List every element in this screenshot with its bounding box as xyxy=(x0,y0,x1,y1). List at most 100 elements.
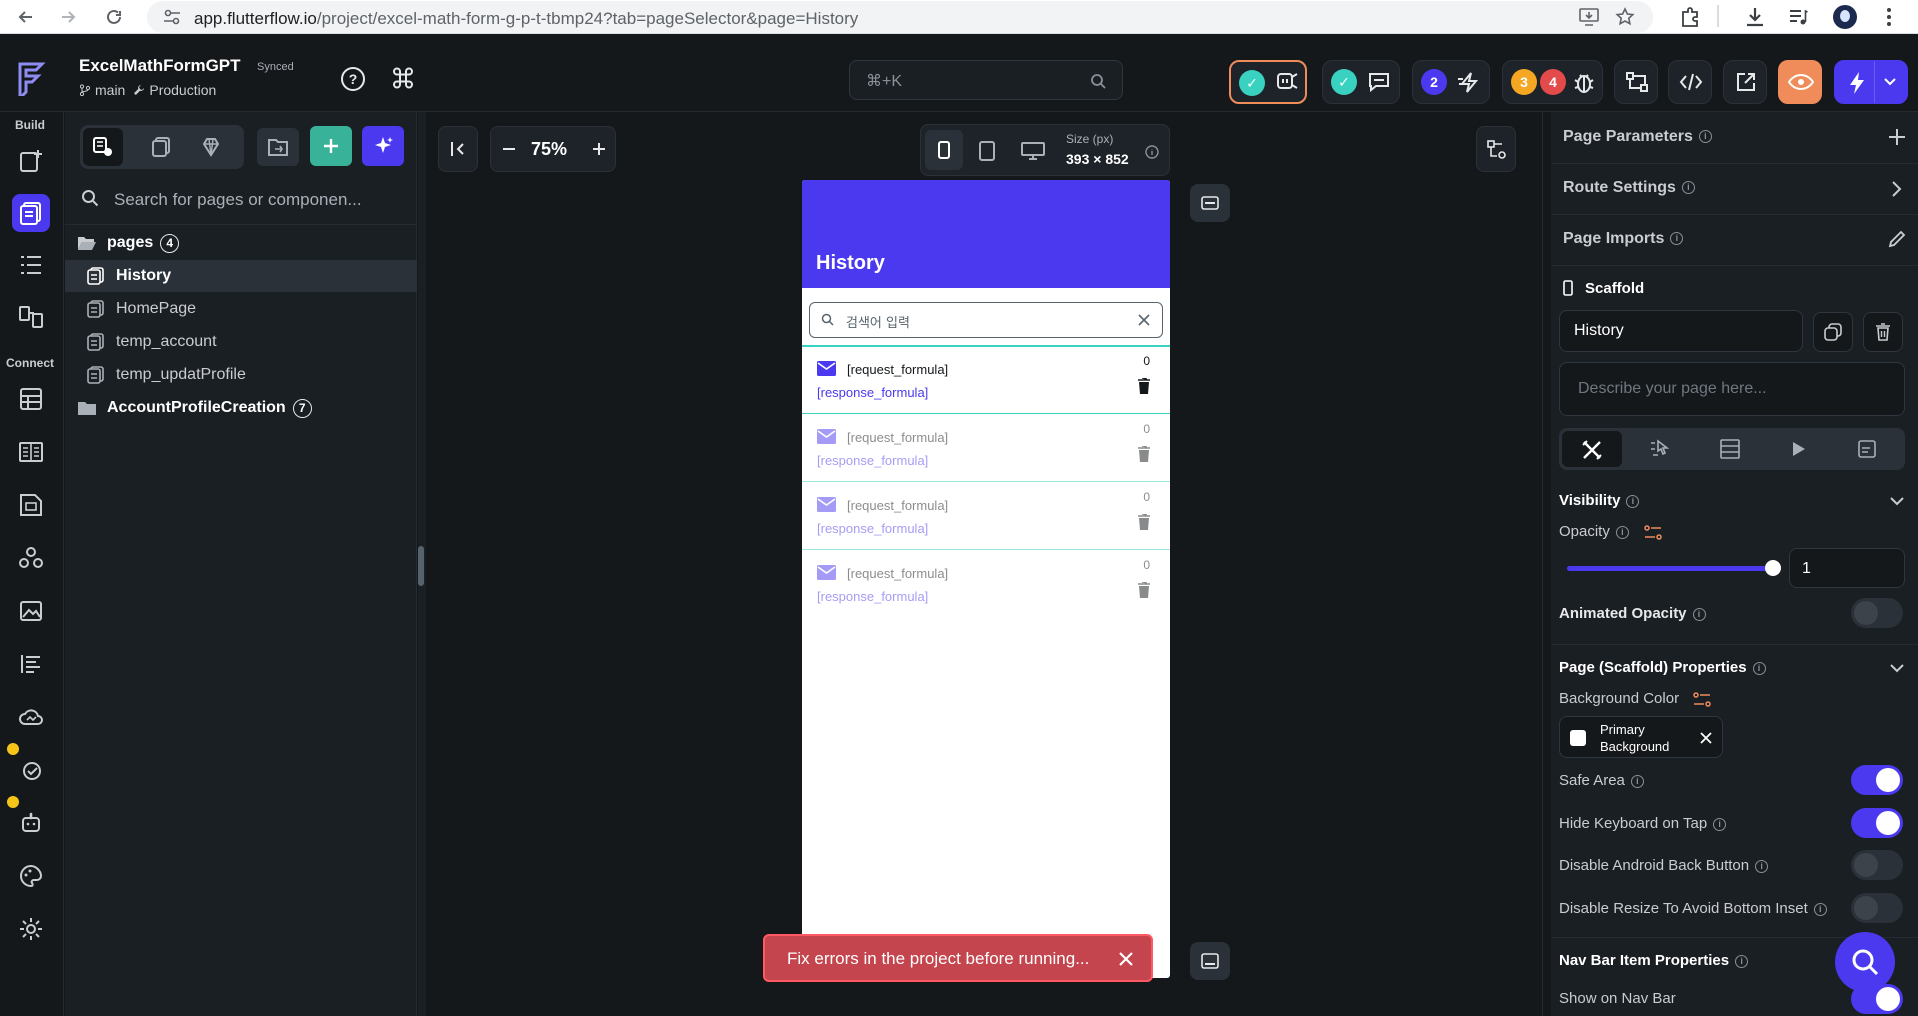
animations-tab-icon[interactable] xyxy=(1791,440,1807,458)
info-icon[interactable]: i xyxy=(1626,494,1640,508)
close-icon[interactable] xyxy=(1118,951,1134,967)
delete-icon[interactable] xyxy=(1138,514,1150,530)
back-arrow-icon[interactable] xyxy=(16,7,36,27)
delete-icon[interactable] xyxy=(1138,378,1150,394)
backend-query-tab-icon[interactable] xyxy=(1719,439,1741,459)
preview-button[interactable] xyxy=(1778,60,1822,104)
page-imports-header[interactable]: Page Imports i xyxy=(1563,230,1684,248)
info-icon[interactable]: i xyxy=(1752,661,1766,675)
components-tab-icon[interactable] xyxy=(142,128,182,166)
close-icon[interactable] xyxy=(1700,732,1712,744)
phone-search-field[interactable]: 검색어 입력 xyxy=(809,302,1163,338)
integrations-icon[interactable] xyxy=(12,539,50,577)
duplicate-page-button[interactable] xyxy=(1813,312,1853,352)
route-settings-header[interactable]: Route Settings i xyxy=(1563,179,1695,197)
account-profile-folder[interactable]: AccountProfileCreation 7 xyxy=(65,392,417,424)
custom-code-icon[interactable] xyxy=(12,645,50,683)
downloads-icon[interactable] xyxy=(1745,6,1765,28)
browser-menu-icon[interactable] xyxy=(1886,7,1892,27)
media-assets-icon[interactable] xyxy=(12,486,50,524)
hide-keyboard-toggle[interactable] xyxy=(1851,808,1903,838)
disable-back-toggle[interactable] xyxy=(1851,850,1903,880)
add-parameter-icon[interactable] xyxy=(1888,128,1906,146)
bottom-sheet-toggle-button[interactable] xyxy=(1190,942,1230,980)
delete-icon[interactable] xyxy=(1138,446,1150,462)
image-assets-icon[interactable] xyxy=(12,592,50,630)
storyboard-icon[interactable] xyxy=(12,298,50,336)
opacity-slider[interactable] xyxy=(1567,560,1781,576)
help-chat-button[interactable] xyxy=(1835,932,1895,992)
project-name[interactable]: ExcelMathFormGPT xyxy=(79,56,241,76)
chevron-down-icon[interactable] xyxy=(1883,77,1897,87)
list-item[interactable]: [request_formula] [response_formula] 0 xyxy=(802,414,1170,482)
ai-assist-pill[interactable]: ✓ xyxy=(1229,60,1307,104)
info-icon[interactable]: i xyxy=(1755,859,1769,873)
chevron-right-icon[interactable] xyxy=(1891,180,1903,198)
info-icon[interactable]: i xyxy=(1615,525,1629,539)
zoom-in-icon[interactable] xyxy=(591,141,607,157)
state-tab-icon[interactable] xyxy=(1857,439,1877,459)
page-name-input[interactable]: History xyxy=(1559,310,1803,352)
address-bar[interactable]: app.flutterflow.io/project/excel-math-fo… xyxy=(147,1,1653,33)
branch-selector[interactable]: main Production xyxy=(79,82,216,98)
info-icon[interactable]: i xyxy=(1670,232,1684,246)
cloud-functions-icon[interactable] xyxy=(12,698,50,736)
add-page-icon[interactable] xyxy=(12,142,50,180)
desktop-icon[interactable] xyxy=(1021,142,1045,160)
animated-opacity-toggle[interactable] xyxy=(1851,598,1903,628)
theme-settings-icon[interactable] xyxy=(12,857,50,895)
new-folder-icon[interactable] xyxy=(257,128,299,166)
firestore-icon[interactable] xyxy=(12,380,50,418)
reload-icon[interactable] xyxy=(104,7,124,27)
phone-app-bar[interactable]: History xyxy=(802,180,1170,288)
variable-binding-icon[interactable] xyxy=(1693,692,1711,708)
forward-arrow-icon[interactable] xyxy=(58,7,78,27)
view-code-button[interactable] xyxy=(1668,60,1712,104)
tablet-icon[interactable] xyxy=(979,141,995,161)
pages-folder[interactable]: pages 4 xyxy=(65,227,417,259)
page-selector-icon[interactable] xyxy=(12,194,50,232)
chevron-down-icon[interactable] xyxy=(1889,496,1905,506)
run-button[interactable] xyxy=(1834,60,1908,104)
page-item-history[interactable]: History xyxy=(65,260,417,292)
opacity-slider-thumb[interactable] xyxy=(1765,560,1781,576)
info-icon[interactable]: i xyxy=(1681,181,1695,195)
libraries-tab-icon[interactable] xyxy=(191,128,231,166)
profile-avatar[interactable] xyxy=(1833,5,1857,29)
edit-pencil-icon[interactable] xyxy=(1888,230,1906,248)
site-info-icon[interactable] xyxy=(163,9,181,25)
page-item-temp-account[interactable]: temp_account xyxy=(65,326,417,358)
issues-pill[interactable]: 2 xyxy=(1412,60,1490,104)
agents-icon[interactable] xyxy=(12,804,50,842)
share-button[interactable] xyxy=(1723,60,1767,104)
info-icon[interactable] xyxy=(1145,145,1159,159)
phone-preview[interactable]: History 검색어 입력 [request_formula] [respon… xyxy=(802,180,1170,978)
page-description-input[interactable]: Describe your page here... xyxy=(1559,362,1905,416)
add-page-button[interactable] xyxy=(310,126,352,166)
info-icon[interactable]: i xyxy=(1698,130,1712,144)
page-search-input[interactable]: Search for pages or componen... xyxy=(114,190,362,210)
page-parameters-header[interactable]: Page Parameters i xyxy=(1563,128,1712,146)
pages-tab-icon[interactable] xyxy=(83,128,123,166)
widget-tree-icon[interactable] xyxy=(12,246,50,284)
visibility-header[interactable]: Visibility i xyxy=(1559,492,1640,509)
zoom-out-icon[interactable] xyxy=(501,141,517,157)
info-icon[interactable]: i xyxy=(1735,954,1749,968)
scaffold-properties-header[interactable]: Page (Scaffold) Properties i xyxy=(1559,659,1766,676)
install-app-icon[interactable] xyxy=(1579,8,1599,26)
list-item[interactable]: [request_formula] [response_formula] 0 xyxy=(802,346,1170,414)
tests-icon[interactable] xyxy=(12,751,50,789)
chevron-down-icon[interactable] xyxy=(1889,663,1905,673)
list-item[interactable]: [request_formula] [response_formula] 0 xyxy=(802,482,1170,550)
media-control-icon[interactable] xyxy=(1788,7,1808,27)
versions-button[interactable] xyxy=(1614,60,1658,104)
appbar-toggle-button[interactable] xyxy=(1190,184,1230,222)
opacity-input[interactable]: 1 xyxy=(1789,548,1905,588)
help-icon[interactable]: ? xyxy=(340,66,366,92)
comments-pill[interactable]: ✓ xyxy=(1322,60,1400,104)
info-icon[interactable]: i xyxy=(1630,774,1644,788)
variable-binding-icon[interactable] xyxy=(1644,525,1662,541)
page-item-homepage[interactable]: HomePage xyxy=(65,293,417,325)
list-item[interactable]: [request_formula] [response_formula] 0 xyxy=(802,550,1170,618)
flutterflow-logo-icon[interactable] xyxy=(14,60,48,96)
